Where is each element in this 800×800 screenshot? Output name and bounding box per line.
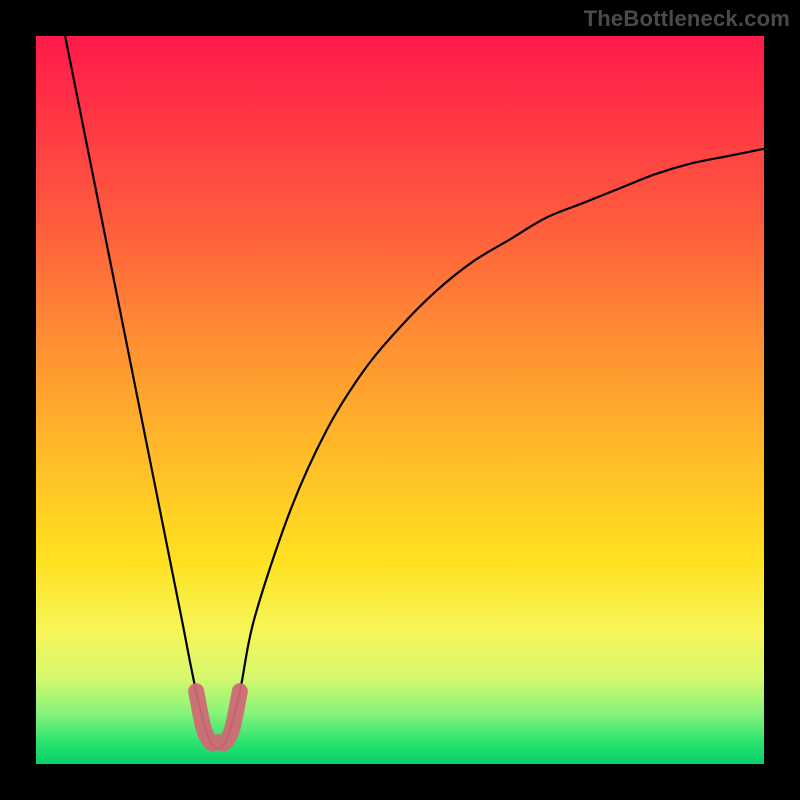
curve-svg (36, 36, 764, 764)
plot-area (36, 36, 764, 764)
watermark-text: TheBottleneck.com (584, 6, 790, 32)
pink-segment (196, 691, 240, 743)
black-curve (65, 36, 764, 749)
chart-frame: TheBottleneck.com (0, 0, 800, 800)
